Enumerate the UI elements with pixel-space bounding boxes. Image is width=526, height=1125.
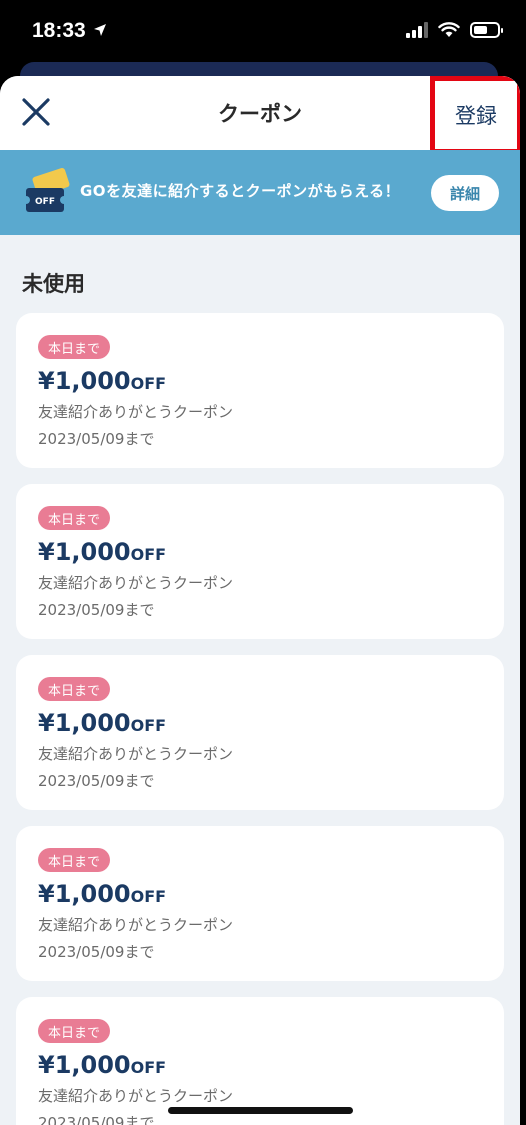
status-icons <box>406 22 503 38</box>
amount-suffix: OFF <box>130 887 167 906</box>
coupon-expiry: 2023/05/09まで <box>38 430 155 448</box>
expiry-badge: 本日まで <box>38 506 111 530</box>
coupon-expiry: 2023/05/09まで <box>38 943 155 961</box>
section-title-unused: 未使用 <box>22 272 85 296</box>
coupon-description: 友達紹介ありがとうクーポン <box>38 403 234 421</box>
coupon-description: 友達紹介ありがとうクーポン <box>38 916 234 934</box>
coupon-sheet: クーポン 登録 OFF GOを友達に紹介するとクーポンがもらえる！ 詳細 未使用… <box>0 76 520 1125</box>
coupon-card[interactable]: 本日まで ¥1,000OFF 友達紹介ありがとうクーポン 2023/05/09ま… <box>16 313 504 468</box>
coupon-card[interactable]: 本日まで ¥1,000OFF 友達紹介ありがとうクーポン 2023/05/09ま… <box>16 655 504 810</box>
home-indicator[interactable] <box>168 1107 353 1114</box>
amount-suffix: OFF <box>130 545 167 564</box>
ticket-icon: OFF <box>22 168 70 212</box>
coupon-expiry: 2023/05/09まで <box>38 601 155 619</box>
coupon-amount: ¥1,000OFF <box>38 538 166 566</box>
expiry-badge: 本日まで <box>38 1019 111 1043</box>
amount-suffix: OFF <box>130 1058 167 1077</box>
signal-icon <box>406 22 428 38</box>
battery-fill <box>474 26 488 34</box>
status-bar: 18:33 <box>0 0 526 70</box>
coupon-amount: ¥1,000OFF <box>38 367 166 395</box>
details-button[interactable]: 詳細 <box>431 175 499 211</box>
coupon-card[interactable]: 本日まで ¥1,000OFF 友達紹介ありがとうクーポン 2023/05/09ま… <box>16 997 504 1125</box>
amount-value: ¥1,000 <box>38 1051 131 1079</box>
coupon-amount: ¥1,000OFF <box>38 709 166 737</box>
coupon-amount: ¥1,000OFF <box>38 880 166 908</box>
coupon-card[interactable]: 本日まで ¥1,000OFF 友達紹介ありがとうクーポン 2023/05/09ま… <box>16 826 504 981</box>
expiry-badge: 本日まで <box>38 335 111 359</box>
coupon-amount: ¥1,000OFF <box>38 1051 166 1079</box>
expiry-badge: 本日まで <box>38 677 111 701</box>
amount-value: ¥1,000 <box>38 538 131 566</box>
banner-text: GOを友達に紹介するとクーポンがもらえる！ <box>80 182 401 200</box>
referral-banner[interactable]: OFF GOを友達に紹介するとクーポンがもらえる！ 詳細 <box>0 150 520 235</box>
battery-icon <box>470 22 503 38</box>
coupon-description: 友達紹介ありがとうクーポン <box>38 1087 234 1105</box>
expiry-badge: 本日まで <box>38 848 111 872</box>
coupon-description: 友達紹介ありがとうクーポン <box>38 745 234 763</box>
amount-suffix: OFF <box>130 374 167 393</box>
wifi-icon <box>438 22 460 37</box>
nav-bar: クーポン 登録 <box>0 76 520 154</box>
svg-text:OFF: OFF <box>35 197 55 207</box>
coupon-description: 友達紹介ありがとうクーポン <box>38 574 234 592</box>
amount-value: ¥1,000 <box>38 880 131 908</box>
register-button[interactable]: 登録 <box>430 76 520 154</box>
coupon-expiry: 2023/05/09まで <box>38 772 155 790</box>
location-arrow-icon <box>94 24 106 36</box>
amount-suffix: OFF <box>130 716 167 735</box>
status-time: 18:33 <box>32 19 86 42</box>
amount-value: ¥1,000 <box>38 709 131 737</box>
coupon-card[interactable]: 本日まで ¥1,000OFF 友達紹介ありがとうクーポン 2023/05/09ま… <box>16 484 504 639</box>
coupon-expiry: 2023/05/09まで <box>38 1114 155 1125</box>
amount-value: ¥1,000 <box>38 367 131 395</box>
coupon-list: 本日まで ¥1,000OFF 友達紹介ありがとうクーポン 2023/05/09ま… <box>16 313 504 1125</box>
